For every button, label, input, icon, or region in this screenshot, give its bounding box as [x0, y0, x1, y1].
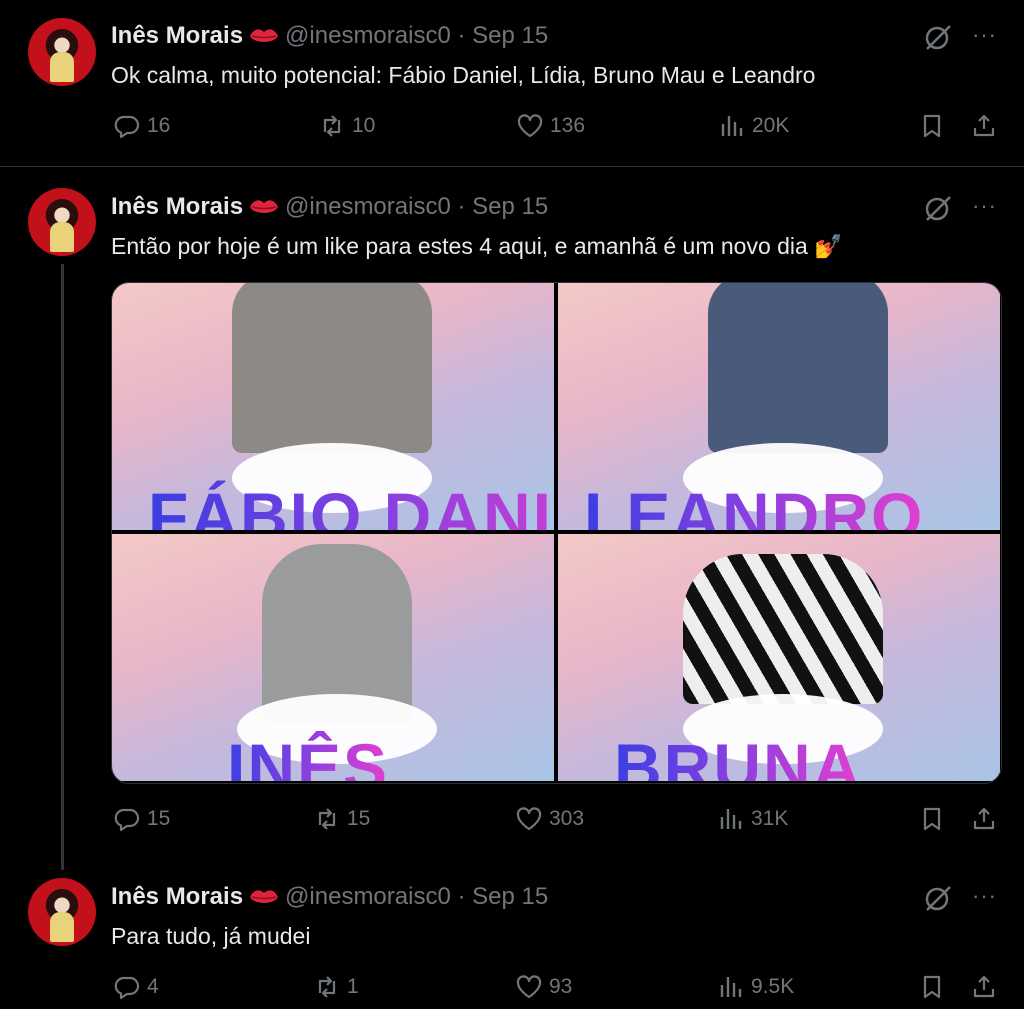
views-icon: [721, 116, 743, 136]
avatar[interactable]: [28, 18, 96, 86]
reply-count: 16: [147, 114, 171, 137]
reply-count: 15: [147, 807, 171, 830]
media-name: INÊS: [227, 729, 389, 781]
like-count: 303: [549, 807, 585, 830]
views-button[interactable]: 9.5K: [717, 973, 794, 1001]
bookmark-icon: [923, 807, 941, 831]
bookmark-icon: [923, 114, 941, 138]
author-handle[interactable]: @inesmoraisc0: [285, 883, 451, 910]
bookmark-button[interactable]: [918, 112, 952, 140]
tweet-date[interactable]: Sep 15: [472, 883, 548, 910]
tweet-text: Então por hoje é um like para estes 4 aq…: [111, 233, 843, 259]
media-tile-3[interactable]: INÊS: [112, 534, 554, 781]
like-button[interactable]: 93: [515, 973, 572, 1001]
repost-icon: [323, 115, 341, 137]
like-count: 136: [550, 114, 586, 137]
views-icon: [720, 977, 742, 997]
repost-count: 10: [352, 114, 376, 137]
reply-icon: [114, 976, 140, 1000]
grok-icon[interactable]: [923, 883, 953, 913]
tweet-text: Ok calma, muito potencial: Fábio Daniel,…: [111, 62, 816, 88]
tweet-media-grid[interactable]: FÁBIO DANIEL LEANDRO INÊS BRUNA: [111, 282, 1002, 784]
media-tile-2[interactable]: LEANDRO: [558, 283, 1000, 530]
share-icon: [973, 114, 995, 137]
more-icon[interactable]: ···: [972, 883, 997, 909]
repost-count: 1: [347, 975, 359, 998]
media-name: LEANDRO: [584, 478, 924, 530]
tweet-date[interactable]: Sep 15: [472, 22, 548, 49]
author-handle[interactable]: @inesmoraisc0: [285, 22, 451, 49]
tweet-header: Inês Morais @inesmoraisc0 · Sep 15: [111, 22, 548, 50]
repost-button[interactable]: 10: [318, 112, 375, 140]
separator-dot: ·: [457, 22, 466, 49]
author-name[interactable]: Inês Morais: [111, 193, 243, 220]
more-icon[interactable]: ···: [972, 22, 997, 48]
repost-button[interactable]: 1: [313, 973, 359, 1001]
like-button[interactable]: 303: [515, 805, 584, 833]
author-name[interactable]: Inês Morais: [111, 883, 243, 910]
repost-button[interactable]: 15: [313, 805, 370, 833]
share-icon: [973, 807, 995, 830]
separator-dot: ·: [457, 883, 466, 910]
like-button[interactable]: 136: [516, 112, 585, 140]
media-tile-4[interactable]: BRUNA: [558, 534, 1000, 781]
tweet-actions: 16 10 136 20K: [0, 112, 1024, 146]
media-name: BRUNA: [614, 729, 862, 781]
grok-icon[interactable]: [923, 193, 953, 223]
media-name: FÁBIO DANIEL: [148, 478, 554, 530]
views-count: 20K: [752, 114, 790, 137]
views-count: 9.5K: [751, 975, 795, 998]
views-icon: [720, 809, 742, 829]
more-icon[interactable]: ···: [972, 193, 997, 219]
views-button[interactable]: 31K: [717, 805, 788, 833]
kiss-mark-icon: [250, 29, 279, 42]
repost-icon: [318, 976, 336, 998]
tweet-text: Para tudo, já mudei: [111, 923, 311, 949]
person-figure: [708, 283, 888, 453]
tweet-actions: 15 15 303 31K: [0, 805, 1024, 839]
tweet-actions: 4 1 93 9.5K: [0, 973, 1024, 1007]
tweet-1[interactable]: Inês Morais @inesmoraisc0 · Sep 15 ··· Ok…: [0, 0, 1024, 166]
like-count: 93: [549, 975, 573, 998]
bookmark-button[interactable]: [918, 805, 952, 833]
share-icon: [973, 975, 995, 998]
reply-button[interactable]: 4: [113, 973, 159, 1001]
reply-button[interactable]: 16: [113, 112, 170, 140]
like-icon: [516, 807, 542, 831]
avatar[interactable]: [28, 878, 96, 946]
repost-count: 15: [347, 807, 371, 830]
reply-button[interactable]: 15: [113, 805, 170, 833]
reply-icon: [114, 808, 140, 832]
bookmark-icon: [923, 975, 941, 999]
tweet-3[interactable]: Inês Morais @inesmoraisc0 · Sep 15 ··· Pa…: [0, 857, 1024, 1009]
kiss-mark-icon: [250, 200, 279, 213]
reply-icon: [114, 115, 140, 139]
person-figure: [683, 554, 883, 704]
share-button[interactable]: [970, 805, 1004, 833]
like-icon: [517, 114, 543, 138]
views-button[interactable]: 20K: [718, 112, 789, 140]
separator-dot: ·: [457, 193, 466, 220]
tweet-header: Inês Morais @inesmoraisc0 · Sep 15: [111, 883, 548, 911]
person-figure: [232, 283, 432, 453]
media-tile-1[interactable]: FÁBIO DANIEL: [112, 283, 554, 530]
avatar[interactable]: [28, 188, 96, 256]
repost-icon: [318, 808, 336, 830]
kiss-mark-icon: [250, 890, 279, 903]
share-button[interactable]: [970, 112, 1004, 140]
author-name[interactable]: Inês Morais: [111, 22, 243, 49]
views-count: 31K: [751, 807, 789, 830]
share-button[interactable]: [970, 973, 1004, 1001]
tweet-date[interactable]: Sep 15: [472, 193, 548, 220]
reply-count: 4: [147, 975, 159, 998]
bookmark-button[interactable]: [918, 973, 952, 1001]
like-icon: [516, 975, 542, 999]
tweet-header: Inês Morais @inesmoraisc0 · Sep 15: [111, 193, 548, 221]
author-handle[interactable]: @inesmoraisc0: [285, 193, 451, 220]
grok-icon[interactable]: [923, 22, 953, 52]
